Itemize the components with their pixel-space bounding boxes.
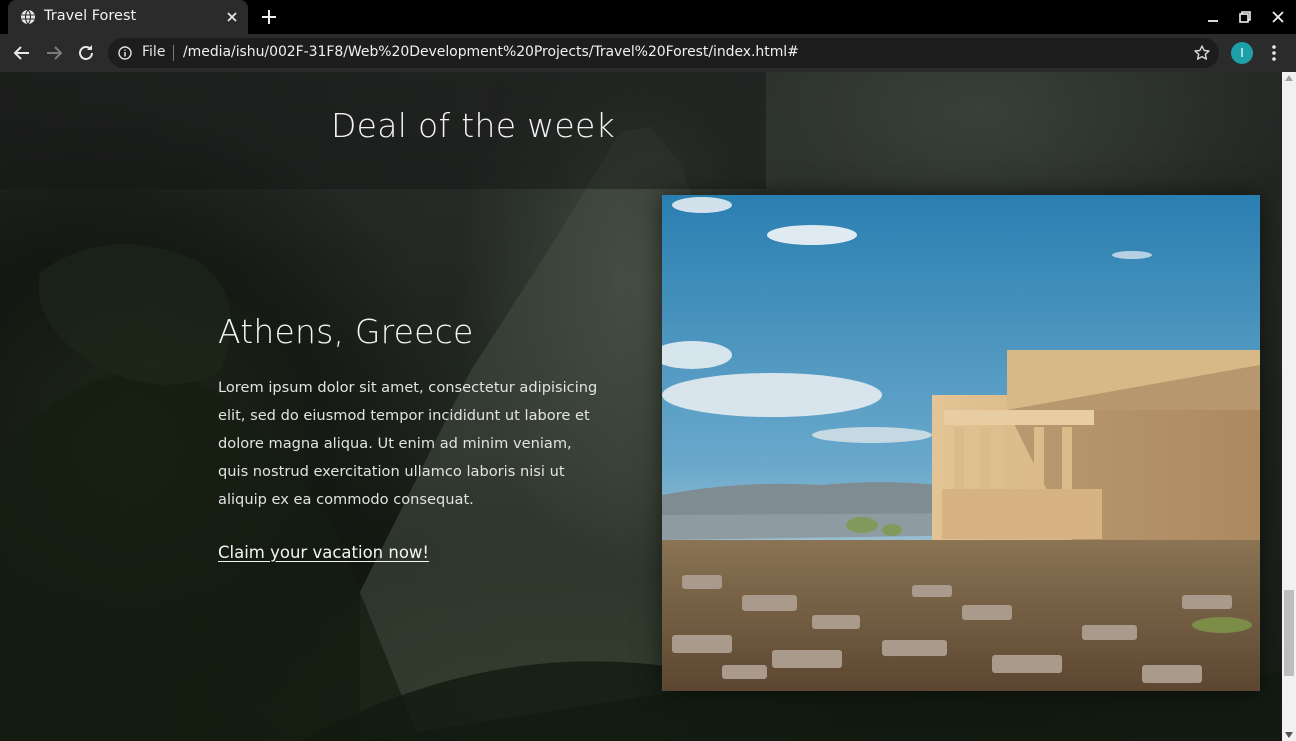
plus-icon[interactable]: [261, 9, 277, 25]
close-icon[interactable]: [224, 9, 240, 25]
arrow-left-icon[interactable]: [12, 43, 32, 63]
minimize-icon[interactable]: [1206, 10, 1220, 24]
destination-description: Lorem ipsum dolor sit amet, consectetur …: [218, 378, 598, 508]
claim-vacation-link[interactable]: Claim your vacation now!: [218, 543, 429, 562]
scroll-down-arrow-icon[interactable]: [1285, 732, 1293, 738]
tab-strip: Travel Forest: [0, 0, 1296, 34]
omnibox-separator: [173, 45, 174, 61]
globe-icon: [21, 9, 35, 25]
address-bar[interactable]: File /media/ishu/002F-31F8/Web%20Develop…: [108, 38, 1219, 68]
url-text[interactable]: /media/ishu/002F-31F8/Web%20Development%…: [183, 44, 799, 60]
page-viewport: Deal of the week Athens, Greece Lorem ip…: [0, 72, 1282, 741]
destination-photo: [662, 195, 1260, 691]
info-icon[interactable]: [118, 46, 132, 60]
kebab-menu-icon[interactable]: [1266, 43, 1282, 63]
tab-title: Travel Forest: [44, 8, 137, 24]
scroll-up-arrow-icon[interactable]: [1285, 75, 1293, 81]
deal-details: Athens, Greece Lorem ipsum dolor sit ame…: [218, 312, 598, 562]
active-tab[interactable]: Travel Forest: [8, 0, 248, 34]
scrollbar-thumb[interactable]: [1284, 590, 1294, 676]
scheme-label: File: [142, 44, 166, 60]
section-title: Deal of the week: [330, 106, 616, 145]
arrow-right-icon[interactable]: [44, 43, 64, 63]
avatar[interactable]: I: [1231, 42, 1253, 64]
browser-toolbar: File /media/ishu/002F-31F8/Web%20Develop…: [0, 34, 1296, 72]
restore-icon[interactable]: [1238, 10, 1252, 24]
reload-icon[interactable]: [76, 43, 96, 63]
destination-title: Athens, Greece: [218, 312, 474, 351]
star-icon[interactable]: [1193, 44, 1211, 62]
close-window-icon[interactable]: [1271, 10, 1285, 24]
vertical-scrollbar[interactable]: [1282, 72, 1296, 741]
